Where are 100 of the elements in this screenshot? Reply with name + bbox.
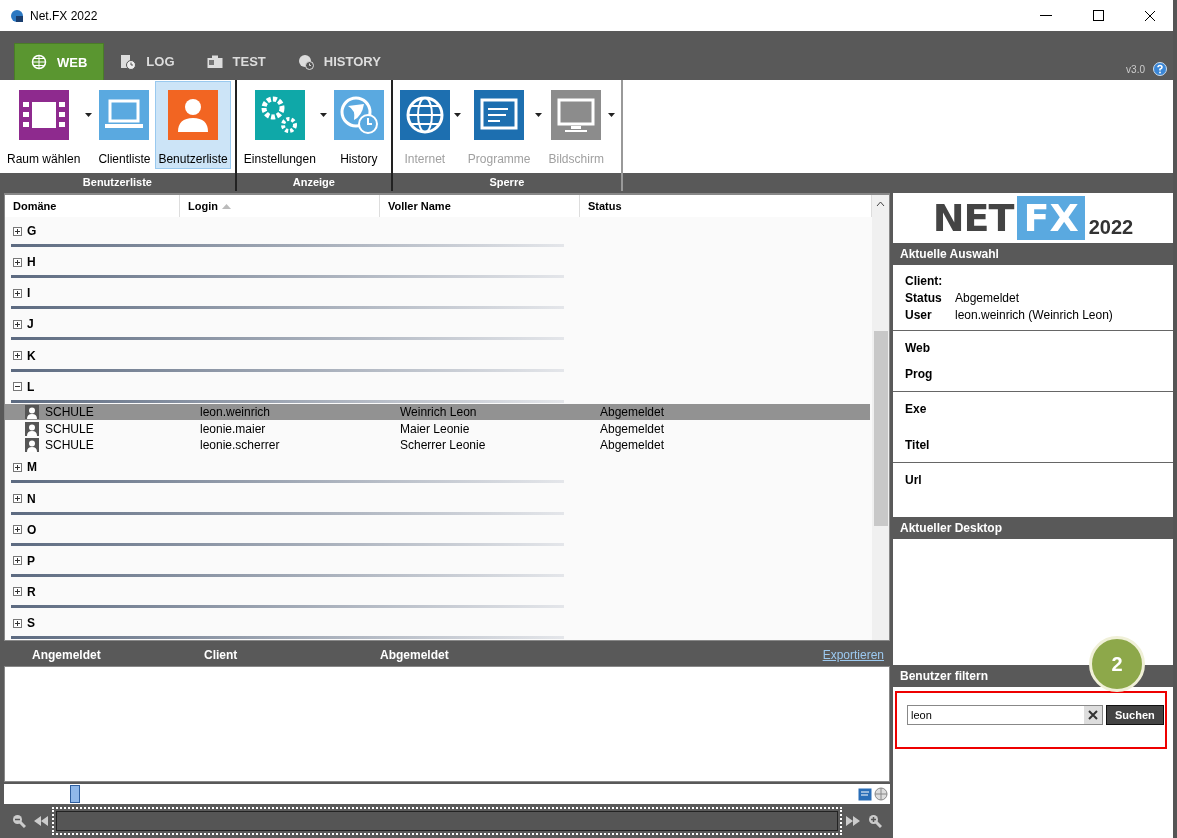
table-cell-text: leonie.scherrer xyxy=(200,438,281,453)
section-title: Aktuelle Auswahl xyxy=(893,243,1173,265)
search-button[interactable]: Suchen xyxy=(1106,705,1164,725)
column-header[interactable]: Domäne xyxy=(5,195,180,217)
maximize-icon[interactable] xyxy=(1092,10,1104,21)
table-cell-text: Scherrer Leonie xyxy=(400,438,487,453)
field-label: User xyxy=(905,308,933,322)
ribbon-button[interactable]: Raum wählen xyxy=(4,81,84,169)
tab[interactable]: HISTORY xyxy=(281,43,397,80)
group-label: Sperre xyxy=(488,175,526,190)
group-label: N xyxy=(27,491,36,506)
version-label: v3.0 xyxy=(1126,63,1145,75)
film-icon xyxy=(18,90,69,140)
column-header: Abgemeldet xyxy=(380,647,450,662)
expand-icon[interactable] xyxy=(13,226,22,236)
timeline-marker[interactable] xyxy=(70,785,80,803)
zoom-out-icon[interactable] xyxy=(12,814,26,828)
scroll-up-icon[interactable] xyxy=(876,201,885,207)
close-icon xyxy=(1088,710,1098,720)
monitor-icon[interactable] xyxy=(858,787,872,801)
user-icon xyxy=(25,421,39,436)
group-label: R xyxy=(27,584,36,599)
ribbon-button[interactable]: Einstellungen xyxy=(240,81,319,169)
ribbon-button[interactable]: Clientliste xyxy=(95,81,154,169)
globe-clock-icon xyxy=(297,53,314,70)
table-cell-text: SCHULE xyxy=(45,438,95,453)
group-label: Benutzerliste xyxy=(81,175,153,190)
group-label: I xyxy=(27,286,31,301)
field-label: Client: xyxy=(905,274,944,288)
field-value: Abgemeldet xyxy=(955,291,1021,305)
user-row[interactable]: SCHULE leonie.scherrer Scherrer Leonie Abgemeldet xyxy=(5,436,870,454)
table-cell-text: Abgemeldet xyxy=(600,405,666,419)
zoom-in-icon[interactable] xyxy=(868,814,882,828)
column-header: Angemeldet xyxy=(31,647,102,662)
field-label: Status xyxy=(905,291,943,305)
logo: NET FX 2022 xyxy=(931,195,1135,242)
app-icon xyxy=(10,8,24,23)
minimize-icon[interactable] xyxy=(1040,14,1052,17)
ribbon-button[interactable]: Benutzerliste xyxy=(155,81,231,169)
tab[interactable]: LOG xyxy=(104,43,191,80)
group-label: M xyxy=(27,460,37,475)
help-icon[interactable] xyxy=(1153,62,1167,76)
expand-icon[interactable] xyxy=(13,587,22,597)
globe-clock-icon xyxy=(333,90,384,140)
clear-button[interactable] xyxy=(1084,706,1102,724)
group-label: Anzeige xyxy=(291,175,336,190)
gears-icon xyxy=(254,90,305,140)
id-card-icon xyxy=(206,54,223,69)
table-cell-text: Maier Leonie xyxy=(400,421,471,436)
ribbon-button[interactable]: History xyxy=(330,81,387,169)
callout-badge: 2 xyxy=(1089,636,1145,692)
expand-icon[interactable] xyxy=(13,462,22,472)
expand-icon[interactable] xyxy=(13,319,22,329)
group-label: K xyxy=(27,348,36,363)
group-label: P xyxy=(27,553,35,568)
column-header[interactable]: Voller Name xyxy=(380,195,580,217)
field-value: leon.weinrich (Weinrich Leon) xyxy=(955,308,1114,322)
rewind-icon[interactable] xyxy=(34,816,48,826)
export-link[interactable]: Exportieren xyxy=(822,647,890,662)
group-label: G xyxy=(27,224,37,239)
monitor-text-icon xyxy=(474,90,525,140)
column-header[interactable]: Login xyxy=(180,195,380,217)
caret-icon[interactable] xyxy=(320,113,328,117)
user-row[interactable]: SCHULE leonie.maier Maier Leonie Abgemeldet xyxy=(5,420,870,437)
expand-icon[interactable] xyxy=(13,288,22,298)
monitor-icon xyxy=(551,90,602,140)
document-clock-icon xyxy=(120,53,137,70)
expand-icon[interactable] xyxy=(13,618,22,628)
table-cell-text: Weinrich Leon xyxy=(400,405,478,419)
field-label: Prog xyxy=(905,367,934,381)
expand-icon[interactable] xyxy=(13,556,22,566)
group-label: O xyxy=(27,522,37,537)
expand-icon[interactable] xyxy=(13,525,22,535)
scrollbar[interactable] xyxy=(872,195,889,640)
group-label: S xyxy=(27,616,35,631)
user-icon xyxy=(168,90,219,140)
expand-icon[interactable] xyxy=(13,351,22,361)
group-label: L xyxy=(27,379,35,394)
tab[interactable]: TEST xyxy=(190,43,282,80)
globe-icon[interactable] xyxy=(874,787,888,801)
table-cell-text: Abgemeldet xyxy=(600,438,666,453)
table-cell-text: leon.weinrich xyxy=(200,405,272,419)
expand-icon[interactable] xyxy=(13,257,22,267)
field-label: Url xyxy=(905,473,923,487)
close-icon[interactable] xyxy=(1144,9,1156,22)
table-cell-text: Abgemeldet xyxy=(600,421,666,436)
globe-icon xyxy=(399,90,450,140)
user-row[interactable]: SCHULE leon.weinrich Weinrich Leon Abgemeldet xyxy=(5,403,870,421)
tab[interactable]: WEB xyxy=(14,43,105,80)
filter-field[interactable]: leon xyxy=(907,705,1103,725)
user-icon xyxy=(25,405,39,419)
user-icon xyxy=(25,438,39,453)
fast-forward-icon[interactable] xyxy=(846,816,860,826)
group-label: H xyxy=(27,255,36,270)
caret-icon[interactable] xyxy=(84,113,92,117)
collapse-icon[interactable] xyxy=(13,382,22,392)
column-header: Client xyxy=(204,647,239,662)
expand-icon[interactable] xyxy=(13,494,22,504)
laptop-icon xyxy=(99,90,150,140)
field-label: Web xyxy=(905,341,932,355)
